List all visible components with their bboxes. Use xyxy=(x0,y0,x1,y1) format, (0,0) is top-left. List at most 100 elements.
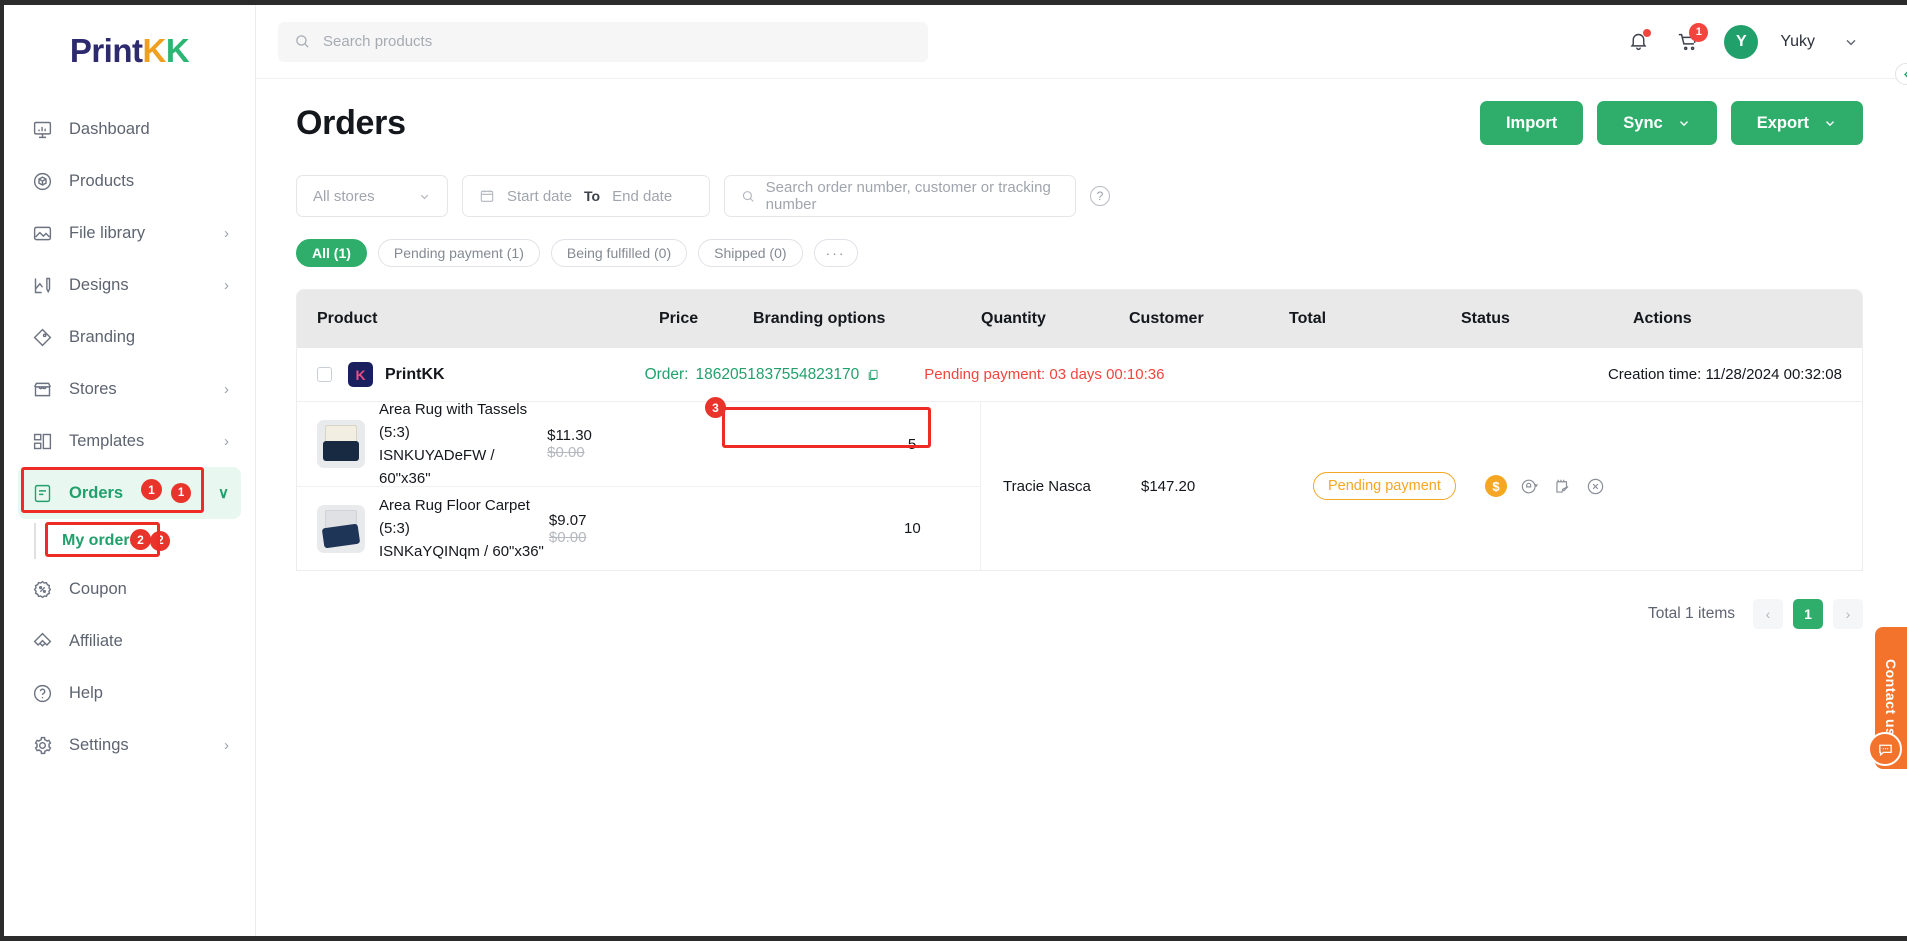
sidebar-item-label: Designs xyxy=(69,275,129,294)
date-range-to-label: To xyxy=(584,188,601,204)
column-header-actions: Actions xyxy=(1633,310,1692,327)
pagination-page-1[interactable]: 1 xyxy=(1793,599,1823,629)
product-thumbnail xyxy=(317,420,365,468)
chat-icon[interactable] xyxy=(1868,732,1902,766)
tab-being-fulfilled[interactable]: Being fulfilled (0) xyxy=(550,239,688,267)
header-actions: 1 Y Yuky xyxy=(1624,22,1903,59)
sidebar-item-stores[interactable]: Stores › xyxy=(18,363,241,415)
coupon-icon xyxy=(30,577,54,601)
edit-note-icon[interactable] xyxy=(1551,475,1573,497)
sidebar-item-affiliate[interactable]: Affiliate xyxy=(18,615,241,667)
start-date-input[interactable]: Start date xyxy=(507,188,572,205)
filter-help-icon[interactable]: ? xyxy=(1090,186,1110,206)
order-customer: Tracie Nasca xyxy=(1003,477,1091,495)
product-price-original: $0.00 xyxy=(547,444,585,461)
notification-dot xyxy=(1643,28,1652,37)
brand-logo[interactable]: PrintKK xyxy=(4,5,255,97)
page-action-buttons: Import Sync Export xyxy=(1479,101,1863,145)
logo-text-k1: K xyxy=(142,32,166,69)
sidebar-subitem-label: My orders xyxy=(62,532,139,549)
contact-us-label: Contact us xyxy=(1883,659,1899,737)
annotation-badge-1: 1 xyxy=(141,479,162,500)
chevron-right-icon: › xyxy=(224,276,229,294)
settings-icon xyxy=(30,733,54,757)
sidebar-item-settings[interactable]: Settings › xyxy=(18,719,241,771)
export-button[interactable]: Export xyxy=(1730,101,1863,145)
product-quantity: 10 xyxy=(904,520,921,537)
column-header-total: Total xyxy=(1289,310,1327,327)
stores-icon xyxy=(30,377,54,401)
notifications-button[interactable] xyxy=(1624,28,1652,56)
sidebar-item-branding[interactable]: Branding xyxy=(18,311,241,363)
user-menu-chevron[interactable] xyxy=(1837,28,1865,56)
sidebar: PrintKK Dashboard Products File library … xyxy=(0,5,256,936)
orders-table: Product Price Branding options Quantity … xyxy=(296,289,1863,571)
sidebar-item-label: Affiliate xyxy=(69,631,123,650)
tab-more[interactable]: ··· xyxy=(813,239,858,267)
pagination: Total 1 items ‹ 1 › xyxy=(296,599,1863,629)
date-range-filter[interactable]: Start date To End date xyxy=(462,175,710,217)
sidebar-item-label: File library xyxy=(69,223,146,242)
tab-shipped[interactable]: Shipped (0) xyxy=(698,239,803,267)
sync-button[interactable]: Sync xyxy=(1597,101,1717,145)
tab-all[interactable]: All (1) xyxy=(296,239,367,267)
chevron-down-icon xyxy=(1846,39,1856,45)
order-pending-timer: Pending payment: 03 days 00:10:36 xyxy=(924,366,1165,383)
order-search-input[interactable]: Search order number, customer or trackin… xyxy=(724,175,1076,217)
global-search-input[interactable]: Search products xyxy=(278,21,928,62)
import-button[interactable]: Import xyxy=(1479,101,1584,145)
sidebar-item-orders[interactable]: Orders 1 ∨ xyxy=(18,467,241,519)
app-window: PrintKK Dashboard Products File library … xyxy=(0,0,1907,941)
sidebar-item-templates[interactable]: Templates › xyxy=(18,415,241,467)
sidebar-item-designs[interactable]: Designs › xyxy=(18,259,241,311)
product-price: $9.07 xyxy=(548,511,587,529)
chevron-right-icon: › xyxy=(224,224,229,242)
pagination-prev-button[interactable]: ‹ xyxy=(1753,599,1783,629)
tab-label: Being fulfilled (0) xyxy=(566,245,672,261)
order-body: Area Rug with Tassels (5:3) ISNKUYADeFW … xyxy=(297,401,1862,570)
pay-coin-icon[interactable]: $ xyxy=(1485,475,1507,497)
end-date-input[interactable]: End date xyxy=(612,188,672,205)
cancel-icon[interactable] xyxy=(1584,475,1606,497)
order-creation-time: Creation time: 11/28/2024 00:32:08 xyxy=(1607,366,1842,383)
annotation-badge-3: 3 xyxy=(705,397,726,418)
sidebar-item-file-library[interactable]: File library › xyxy=(18,207,241,259)
calendar-icon xyxy=(480,190,494,202)
chevron-down-icon xyxy=(420,194,429,199)
chevron-right-icon: › xyxy=(224,736,229,754)
column-header-product: Product xyxy=(317,310,378,327)
sidebar-item-label: Stores xyxy=(69,379,117,398)
status-tabs: All (1) Pending payment (1) Being fulfil… xyxy=(256,217,1903,267)
refund-icon[interactable] xyxy=(1518,475,1540,497)
file-library-icon xyxy=(30,221,54,245)
sidebar-item-products[interactable]: Products xyxy=(18,155,241,207)
order-select-checkbox[interactable] xyxy=(317,367,332,382)
orders-icon xyxy=(30,481,54,505)
search-icon xyxy=(296,35,309,48)
sidebar-item-coupon[interactable]: Coupon xyxy=(18,563,241,615)
sidebar-item-dashboard[interactable]: Dashboard xyxy=(18,103,241,155)
sidebar-item-help[interactable]: Help xyxy=(18,667,241,719)
chevron-right-icon: › xyxy=(224,432,229,450)
tab-label: Pending payment (1) xyxy=(393,245,524,261)
cart-button[interactable]: 1 xyxy=(1674,22,1709,56)
sidebar-item-label: Settings xyxy=(69,735,129,754)
column-header-status: Status xyxy=(1461,310,1510,327)
avatar[interactable]: Y xyxy=(1724,24,1759,59)
products-icon xyxy=(30,169,54,193)
table-header-row: Product Price Branding options Quantity … xyxy=(297,290,1862,348)
chevron-right-icon: › xyxy=(224,380,229,398)
status-badge: Pending payment xyxy=(1313,472,1456,500)
tab-pending-payment[interactable]: Pending payment (1) xyxy=(377,239,540,267)
sidebar-item-label: Help xyxy=(69,683,103,702)
store-filter-value: All stores xyxy=(313,187,375,205)
store-filter-select[interactable]: All stores xyxy=(296,175,448,217)
store-logo-icon: K xyxy=(348,362,373,387)
order-number[interactable]: Order: 1862051837554823170 xyxy=(645,366,881,384)
order-total: $147.20 xyxy=(1141,477,1196,495)
dashboard-icon xyxy=(30,117,54,141)
user-name[interactable]: Yuky xyxy=(1780,33,1815,51)
product-sku: ISNKaYQINqm / 60"x36" xyxy=(379,543,544,561)
pagination-next-button[interactable]: › xyxy=(1833,599,1863,629)
logo-text-print: Print xyxy=(69,32,143,69)
